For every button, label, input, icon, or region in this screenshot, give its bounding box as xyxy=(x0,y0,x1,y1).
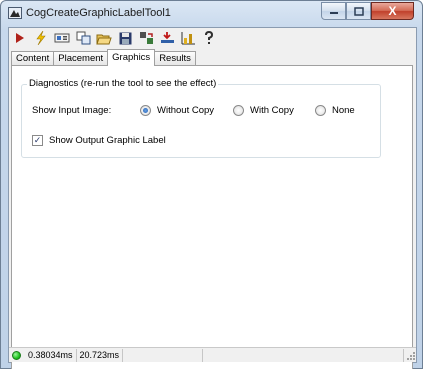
app-icon xyxy=(8,7,22,19)
radio-label: Without Copy xyxy=(157,105,215,116)
status-bar: 0.38034ms 20.723ms xyxy=(9,347,416,362)
checkbox-icon[interactable]: ✓ xyxy=(32,135,43,146)
radio-label: With Copy xyxy=(250,105,294,116)
import-icon xyxy=(160,32,174,43)
caption-buttons: X xyxy=(321,2,414,21)
tab-content[interactable]: Content xyxy=(11,51,55,66)
tool-window: CogCreateGraphicLabelTool1 X Content Pla… xyxy=(0,0,423,369)
maximize-icon xyxy=(353,6,364,16)
reset-button[interactable] xyxy=(138,30,154,46)
reset-icon xyxy=(139,32,153,44)
toolbar xyxy=(9,28,416,48)
radio-label: None xyxy=(332,105,355,116)
status-section xyxy=(123,348,204,362)
open-button[interactable] xyxy=(96,30,112,46)
copy-button[interactable] xyxy=(75,30,91,46)
radio-button-icon[interactable] xyxy=(140,105,151,116)
diagnostics-legend: Diagnostics (re-run the tool to see the … xyxy=(27,78,219,89)
radio-none[interactable]: None xyxy=(315,105,355,116)
maximize-button[interactable] xyxy=(346,2,371,20)
tab-graphics[interactable]: Graphics xyxy=(107,49,156,66)
chart-icon xyxy=(181,32,195,45)
save-icon xyxy=(119,32,131,44)
copy-icon xyxy=(76,31,90,45)
display-button[interactable] xyxy=(54,30,70,46)
run-icon xyxy=(16,33,24,43)
tab-placement[interactable]: Placement xyxy=(53,51,109,66)
title-bar[interactable]: CogCreateGraphicLabelTool1 X xyxy=(1,1,422,27)
save-button[interactable] xyxy=(117,30,133,46)
show-input-image-label: Show Input Image: xyxy=(32,105,112,116)
diagnostics-group: Diagnostics (re-run the tool to see the … xyxy=(21,78,381,158)
radio-without-copy[interactable]: Without Copy xyxy=(140,105,214,116)
checkbox-label: Show Output Graphic Label xyxy=(49,135,166,146)
show-output-graphic-label-checkbox[interactable]: ✓ Show Output Graphic Label xyxy=(32,135,166,146)
resize-grip-icon[interactable] xyxy=(404,349,416,362)
status-section xyxy=(203,348,404,362)
tab-results[interactable]: Results xyxy=(154,51,196,66)
run-continuous-icon xyxy=(36,31,46,45)
run-button[interactable] xyxy=(12,30,28,46)
import-button[interactable] xyxy=(159,30,175,46)
chart-button[interactable] xyxy=(180,30,196,46)
help-button[interactable] xyxy=(201,30,217,46)
status-led-icon xyxy=(12,350,21,360)
run-continuous-button[interactable] xyxy=(33,30,49,46)
window-title: CogCreateGraphicLabelTool1 xyxy=(26,7,171,19)
status-time-2: 20.723ms xyxy=(77,348,124,362)
client-area: Content Placement Graphics Results Diagn… xyxy=(8,27,417,369)
open-icon xyxy=(96,34,112,44)
tab-strip: Content Placement Graphics Results xyxy=(11,49,196,66)
minimize-icon xyxy=(329,12,338,14)
minimize-button[interactable] xyxy=(321,2,346,20)
radio-with-copy[interactable]: With Copy xyxy=(233,105,294,116)
close-icon: X xyxy=(388,4,397,18)
display-icon xyxy=(54,33,70,43)
radio-button-icon[interactable] xyxy=(233,105,244,116)
radio-button-icon[interactable] xyxy=(315,105,326,116)
close-button[interactable]: X xyxy=(371,2,414,20)
help-icon xyxy=(205,31,214,44)
status-time-1: 0.38034ms xyxy=(25,348,77,362)
